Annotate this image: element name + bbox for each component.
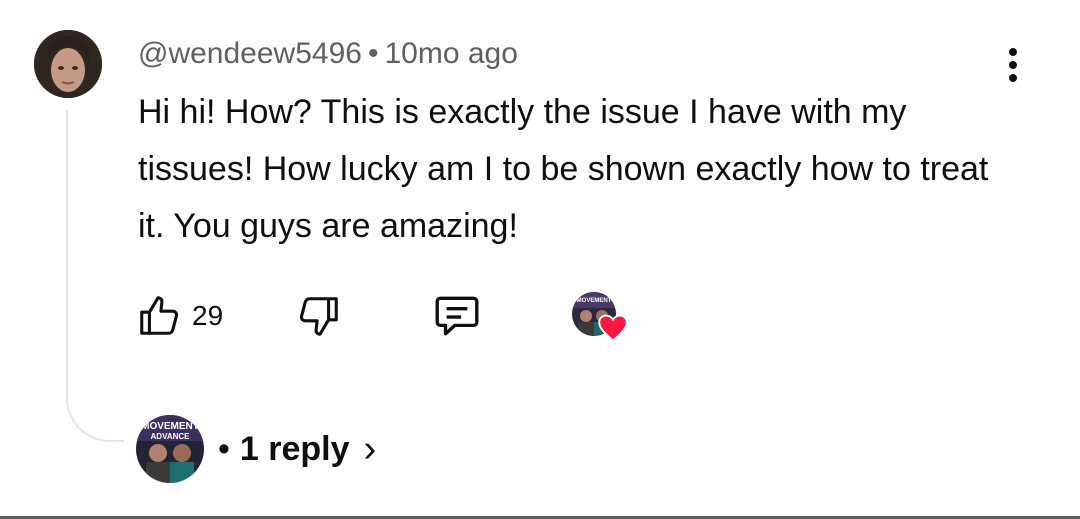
comment-icon bbox=[435, 296, 479, 336]
thumbs-down-icon bbox=[299, 297, 338, 336]
thumbs-up-icon bbox=[140, 296, 179, 335]
reply-button[interactable] bbox=[432, 292, 482, 340]
reply-avatar-label-top: MOVEMENT bbox=[141, 421, 199, 432]
comment-author[interactable]: @wendeew5496 bbox=[138, 37, 362, 70]
creator-avatar-label: MOVEMENT bbox=[577, 298, 612, 304]
replies-count: 1 reply bbox=[239, 429, 350, 468]
comment-meta: @wendeew5496 • 10mo ago bbox=[138, 34, 518, 74]
avatar[interactable] bbox=[34, 30, 102, 98]
replies-toggle[interactable]: MOVEMENT ADVANCE • 1 reply › bbox=[136, 414, 376, 484]
like-button[interactable]: 29 bbox=[136, 292, 223, 340]
chevron-right-icon: › bbox=[363, 427, 377, 470]
thread-line bbox=[66, 110, 124, 442]
reply-avatar-label-bottom: ADVANCE bbox=[151, 432, 191, 441]
reply-avatar: MOVEMENT ADVANCE bbox=[136, 415, 204, 483]
replies-separator: • bbox=[218, 429, 230, 468]
comment-age: 10mo ago bbox=[384, 37, 518, 70]
more-vert-icon[interactable] bbox=[996, 44, 1030, 84]
replies-label: • 1 reply › bbox=[218, 428, 376, 471]
meta-separator: • bbox=[367, 37, 379, 70]
dislike-button[interactable] bbox=[296, 292, 342, 340]
like-count: 29 bbox=[192, 300, 224, 331]
creator-heart[interactable]: MOVEMENT bbox=[572, 292, 628, 344]
heart-icon bbox=[598, 314, 628, 342]
reply-avatar-image: MOVEMENT ADVANCE bbox=[136, 415, 204, 483]
comment-text: Hi hi! How? This is exactly the issue I … bbox=[138, 93, 989, 245]
avatar-image bbox=[34, 30, 102, 98]
